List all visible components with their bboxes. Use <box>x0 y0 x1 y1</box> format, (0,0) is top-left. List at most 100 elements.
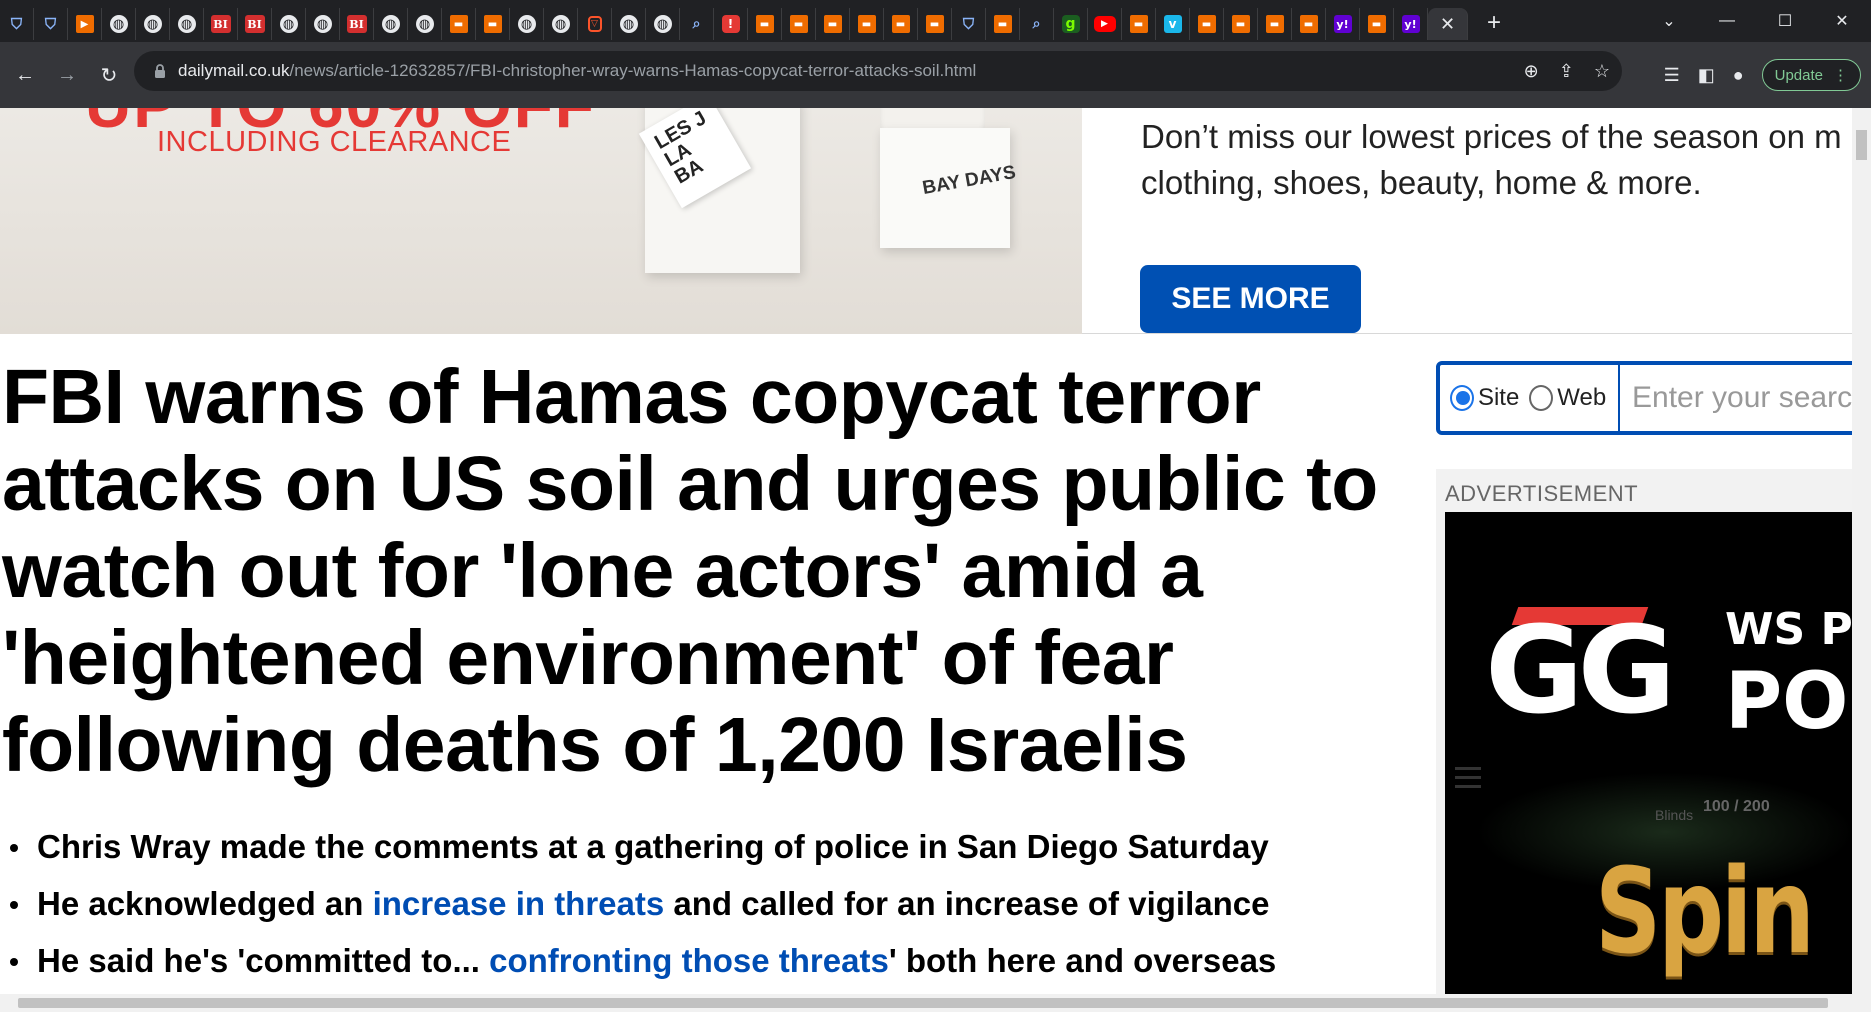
globe-icon: ◍ <box>551 15 570 33</box>
update-button[interactable]: Update ⋮ <box>1761 59 1861 91</box>
forward-icon[interactable]: → <box>50 58 84 92</box>
bookmark-icon: ▬ <box>891 15 910 33</box>
brave-icon: ▽ <box>587 16 602 32</box>
side-panel-icon[interactable]: ◧ <box>1698 65 1715 86</box>
browser-tab[interactable]: y! <box>1326 8 1360 40</box>
update-label: Update <box>1774 66 1823 84</box>
browser-tab[interactable]: ▬ <box>850 8 884 40</box>
browser-tab[interactable]: ▬ <box>782 8 816 40</box>
browser-tab[interactable]: ◍ <box>544 8 578 40</box>
browser-tab[interactable]: ▬ <box>918 8 952 40</box>
tab-strip: ⛉ ⛉ ▶ ◍ ◍ ◍ BI BI ◍ ◍ BI ◍ ◍ ▬ ▬ ◍ ◍ ▽ ◍ ◍ ⌕! ▬ ▬ ▬ ▬ ▬ ▬ ⛉ ▬ ⌕ g ▶ ▬ v ▬ ▬… <box>0 0 1871 42</box>
browser-tab[interactable]: BI <box>340 8 374 40</box>
shield-icon: ⛉ <box>10 15 23 33</box>
browser-tab[interactable]: ▬ <box>748 8 782 40</box>
browser-tab[interactable]: ▶ <box>1088 8 1122 40</box>
browser-tab[interactable]: ⛉ <box>952 8 986 40</box>
reload-icon[interactable]: ↻ <box>92 58 126 92</box>
horizontal-scroll-thumb[interactable] <box>18 998 1828 1008</box>
bookmark-icon: ▬ <box>1197 15 1216 33</box>
browser-tab[interactable]: ▬ <box>1360 8 1394 40</box>
web-radio-label[interactable]: Web <box>1557 384 1606 412</box>
bookmark-icon: ▬ <box>993 15 1012 33</box>
ad-banner[interactable]: UP TO 60% OFF INCLUDING CLEARANCE LES J … <box>0 108 1852 334</box>
bookmark-star-icon[interactable]: ☆ <box>1594 61 1610 82</box>
site-radio[interactable] <box>1450 385 1474 411</box>
advertisement-label: ADVERTISEMENT <box>1445 481 1639 506</box>
browser-tab[interactable]: v <box>1156 8 1190 40</box>
increase-in-threats-link[interactable]: increase in threats <box>373 885 665 922</box>
vertical-scrollbar[interactable] <box>1852 108 1871 994</box>
globe-icon: ◍ <box>415 15 434 33</box>
browser-tab[interactable]: ⛉ <box>34 8 68 40</box>
browser-tab[interactable]: ◍ <box>646 8 680 40</box>
vertical-scroll-thumb[interactable] <box>1856 130 1867 160</box>
web-radio[interactable] <box>1529 385 1554 411</box>
active-tab[interactable]: ✕ <box>1428 8 1468 40</box>
browser-tab[interactable]: ! <box>714 8 748 40</box>
share-icon[interactable]: ⇪ <box>1559 61 1574 82</box>
wsop-logo: WS P <box>1725 604 1852 655</box>
browser-tab[interactable]: ⌕ <box>1020 8 1054 40</box>
new-tab-icon[interactable]: + <box>1474 9 1514 37</box>
address-bar[interactable]: dailymail.co.uk/news/article-12632857/FB… <box>134 51 1622 91</box>
browser-tab[interactable]: ▬ <box>1292 8 1326 40</box>
banner-image[interactable]: UP TO 60% OFF INCLUDING CLEARANCE LES J … <box>0 108 1082 334</box>
see-more-button[interactable]: SEE MORE <box>1140 265 1361 333</box>
globe-icon: ◍ <box>517 15 536 33</box>
bookmark-icon: ▬ <box>1367 15 1386 33</box>
browser-tab[interactable]: ▬ <box>1224 8 1258 40</box>
globe-icon: ◍ <box>381 15 400 33</box>
article-summary-list: Chris Wray made the comments at a gather… <box>0 818 1400 989</box>
profile-icon[interactable]: ● <box>1733 65 1744 86</box>
search-input[interactable] <box>1632 381 1852 415</box>
browser-tab[interactable]: ▶ <box>68 8 102 40</box>
browser-tab[interactable]: BI <box>204 8 238 40</box>
site-radio-label[interactable]: Site <box>1478 384 1519 412</box>
browser-tab[interactable]: ◍ <box>272 8 306 40</box>
tab-search-icon[interactable]: ⌄ <box>1640 0 1698 42</box>
browser-tab[interactable]: BI <box>238 8 272 40</box>
browser-tab[interactable]: g <box>1054 8 1088 40</box>
close-tab-icon[interactable]: ✕ <box>1440 14 1455 35</box>
browser-tab[interactable]: ▬ <box>476 8 510 40</box>
close-window-icon[interactable]: ✕ <box>1813 0 1871 42</box>
banner-copy: Don’t miss our lowest prices of the seas… <box>1141 114 1852 206</box>
yahoo-icon: y! <box>1333 15 1352 33</box>
browser-tab[interactable]: ▬ <box>816 8 850 40</box>
browser-tab[interactable]: ▬ <box>986 8 1020 40</box>
zoom-icon[interactable]: ⊕ <box>1524 61 1539 82</box>
horizontal-scrollbar[interactable] <box>0 994 1871 1012</box>
browser-tab[interactable]: ◍ <box>510 8 544 40</box>
browser-tab[interactable]: ◍ <box>102 8 136 40</box>
minimize-icon[interactable]: — <box>1698 0 1756 42</box>
url-text[interactable]: dailymail.co.uk/news/article-12632857/FB… <box>178 61 976 81</box>
browser-tab[interactable]: ▬ <box>1122 8 1156 40</box>
ggpoker-ad[interactable]: GG WS P PO Blinds 100 / 200 Spin <box>1445 512 1852 994</box>
browser-tab[interactable]: ◍ <box>136 8 170 40</box>
globe-icon: ◍ <box>143 15 162 33</box>
browser-tab[interactable]: ▬ <box>442 8 476 40</box>
reading-list-icon[interactable]: ☰ <box>1664 65 1680 86</box>
browser-tab[interactable]: ◍ <box>408 8 442 40</box>
browser-tab[interactable]: ◍ <box>374 8 408 40</box>
browser-tab[interactable]: ▬ <box>884 8 918 40</box>
browser-tab[interactable]: ◍ <box>612 8 646 40</box>
browser-tab[interactable]: ◍ <box>170 8 204 40</box>
maximize-icon[interactable]: ☐ <box>1756 0 1814 42</box>
browser-toolbar: ← → ↻ dailymail.co.uk/news/article-12632… <box>0 42 1871 108</box>
lock-icon[interactable] <box>152 63 168 79</box>
back-icon[interactable]: ← <box>8 58 42 92</box>
promo-subline: INCLUDING CLEARANCE <box>157 126 512 158</box>
browser-tab[interactable]: ◍ <box>306 8 340 40</box>
browser-tab[interactable]: ▬ <box>1190 8 1224 40</box>
browser-tab[interactable]: ⛉ <box>0 8 34 40</box>
browser-tab[interactable]: y! <box>1394 8 1428 40</box>
bookmark-icon: ▬ <box>755 15 774 33</box>
confronting-threats-link[interactable]: confronting those threats <box>489 942 889 979</box>
bookmark-icon: ▬ <box>483 15 502 33</box>
browser-tab[interactable]: ▽ <box>578 8 612 40</box>
browser-tab[interactable]: ▬ <box>1258 8 1292 40</box>
more-menu-icon[interactable]: ⋮ <box>1833 66 1848 84</box>
browser-tab[interactable]: ⌕ <box>680 8 714 40</box>
